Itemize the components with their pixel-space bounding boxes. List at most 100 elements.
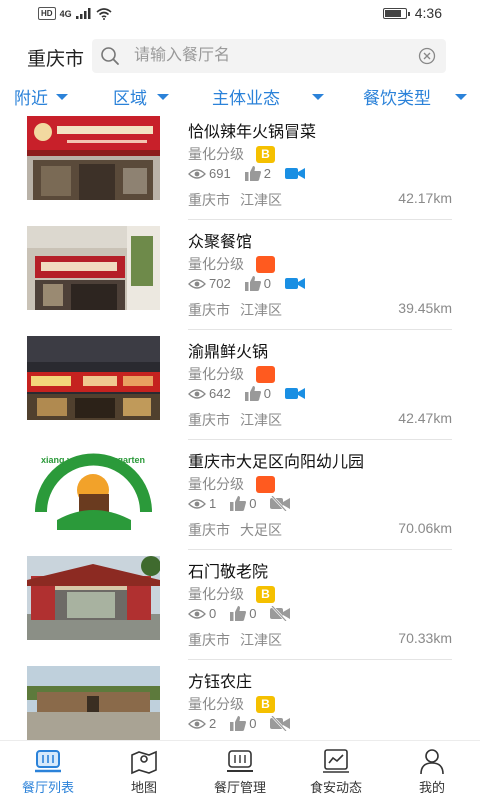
video-camera-icon[interactable] [284,167,305,180]
city-label: 重庆市 [188,302,230,318]
thumbs-up-icon [230,606,247,621]
views-stat: 642 [188,386,231,401]
grade-label: 量化分级 [188,476,244,492]
nav-map[interactable]: 地图 [96,747,192,796]
nav-restaurant-manage[interactable]: 餐厅管理 [192,747,288,796]
search-input[interactable] [134,44,404,68]
list-item[interactable]: xiang yang kindergarten 重庆市大足区向阳幼儿园 量化分级… [0,440,480,550]
city-label: 重庆市 [188,192,230,208]
filter-catering-type[interactable]: 餐饮类型 [363,84,467,109]
restaurant-name: 方钰农庄 [188,674,253,691]
filter-bar: 附近 区域 主体业态 餐饮类型 [0,80,480,110]
district-label: 江津区 [240,192,282,208]
views-stat: 702 [188,276,231,291]
food-safety-news-icon [323,749,349,773]
views-count: 702 [209,276,231,291]
city-label: 重庆市 [188,522,230,538]
list-item[interactable]: 渝鼎鲜火锅 量化分级 642 0 重庆市 江津区 42.47km [0,330,480,440]
hd-badge: HD [38,7,56,20]
grade-badge: B [256,145,275,163]
filter-district[interactable]: 区域 [113,84,169,109]
eye-icon [188,168,206,179]
restaurant-name: 恰似辣年火锅冒菜 [188,124,317,141]
bottom-navigation: 餐厅列表 地图 餐厅管理 食安动态 我的 [0,740,480,800]
grade-label: 量化分级 [188,696,244,712]
views-stat: 691 [188,166,231,181]
distance-label: 39.45km [398,300,452,316]
nav-label: 餐厅列表 [21,780,74,795]
clear-icon[interactable] [418,47,436,65]
restaurant-manage-icon [227,750,253,772]
district-label: 大足区 [240,522,282,538]
kindergarten-logo-text: xiang yang kindergarten [41,455,145,465]
filter-label: 餐饮类型 [363,89,431,108]
stats-row: 691 2 [188,166,305,181]
likes-stat: 2 [244,166,271,181]
eye-icon [188,498,206,509]
nav-food-safety-news[interactable]: 食安动态 [288,747,384,796]
list-item[interactable]: 石门敬老院 量化分级 B 0 0 重庆市 江津区 70.33km [0,550,480,660]
video-off-icon [270,606,291,621]
location-row: 重庆市 江津区 [188,630,282,650]
stats-row: 642 0 [188,386,305,401]
search-header: 重庆市 [0,36,480,76]
grade-label: 量化分级 [188,366,244,382]
filter-label: 主体业态 [212,89,280,108]
district-label: 江津区 [240,412,282,428]
search-icon [101,47,119,65]
location-row: 重庆市 江津区 [188,410,282,430]
list-item[interactable]: 方钰农庄 量化分级 B 2 0 [0,660,480,740]
filter-nearby[interactable]: 附近 [14,84,68,109]
stats-row: 1 0 [188,496,291,511]
caret-down-icon [312,93,324,100]
video-off-icon [270,716,291,731]
views-count: 1 [209,496,217,511]
nav-label: 餐厅管理 [213,780,266,795]
restaurant-list[interactable]: 恰似辣年火锅冒菜 量化分级 B 691 2 重庆市 江津区 42.17km 众聚… [0,110,480,740]
eye-icon [188,278,206,289]
city-selector[interactable]: 重庆市 [27,44,84,71]
profile-icon [420,749,444,775]
views-count: 642 [209,386,231,401]
nav-label: 我的 [418,780,445,795]
grade-row: 量化分级 B [188,144,275,164]
likes-stat: 0 [230,606,256,621]
nav-profile[interactable]: 我的 [384,747,480,796]
grade-label: 量化分级 [188,586,244,602]
video-camera-icon[interactable] [284,387,305,400]
wifi-icon [96,7,112,20]
search-bar[interactable] [92,39,446,73]
grade-badge [256,475,275,493]
restaurant-list-icon [35,750,61,773]
restaurant-name: 渝鼎鲜火锅 [188,344,269,361]
video-camera-icon[interactable] [284,277,305,290]
city-label: 重庆市 [188,632,230,648]
grade-label: 量化分级 [188,146,244,162]
caret-down-icon [157,93,169,100]
list-item[interactable]: 恰似辣年火锅冒菜 量化分级 B 691 2 重庆市 江津区 42.17km [0,110,480,220]
grade-badge [256,365,275,383]
views-count: 2 [209,716,217,731]
likes-stat: 0 [244,276,271,291]
filter-label: 附近 [14,89,48,108]
location-row: 重庆市 大足区 [188,520,282,540]
grade-row: 量化分级 [188,364,275,384]
thumbs-up-icon [244,386,261,401]
list-item[interactable]: 众聚餐馆 量化分级 702 0 重庆市 江津区 39.45km [0,220,480,330]
nav-label: 食安动态 [309,780,362,795]
district-label: 江津区 [240,632,282,648]
likes-count: 0 [249,716,257,731]
nav-restaurant-list[interactable]: 餐厅列表 [0,747,96,796]
likes-count: 2 [263,166,271,181]
restaurant-photo [27,556,160,640]
views-stat: 2 [188,716,216,731]
location-row: 重庆市 江津区 [188,300,282,320]
likes-count: 0 [249,496,257,511]
distance-label: 70.06km [398,520,452,536]
filter-business-type[interactable]: 主体业态 [212,84,324,109]
district-label: 江津区 [240,302,282,318]
restaurant-photo [27,116,160,200]
eye-icon [188,388,206,399]
distance-label: 42.47km [398,410,452,426]
grade-row: 量化分级 B [188,584,275,604]
